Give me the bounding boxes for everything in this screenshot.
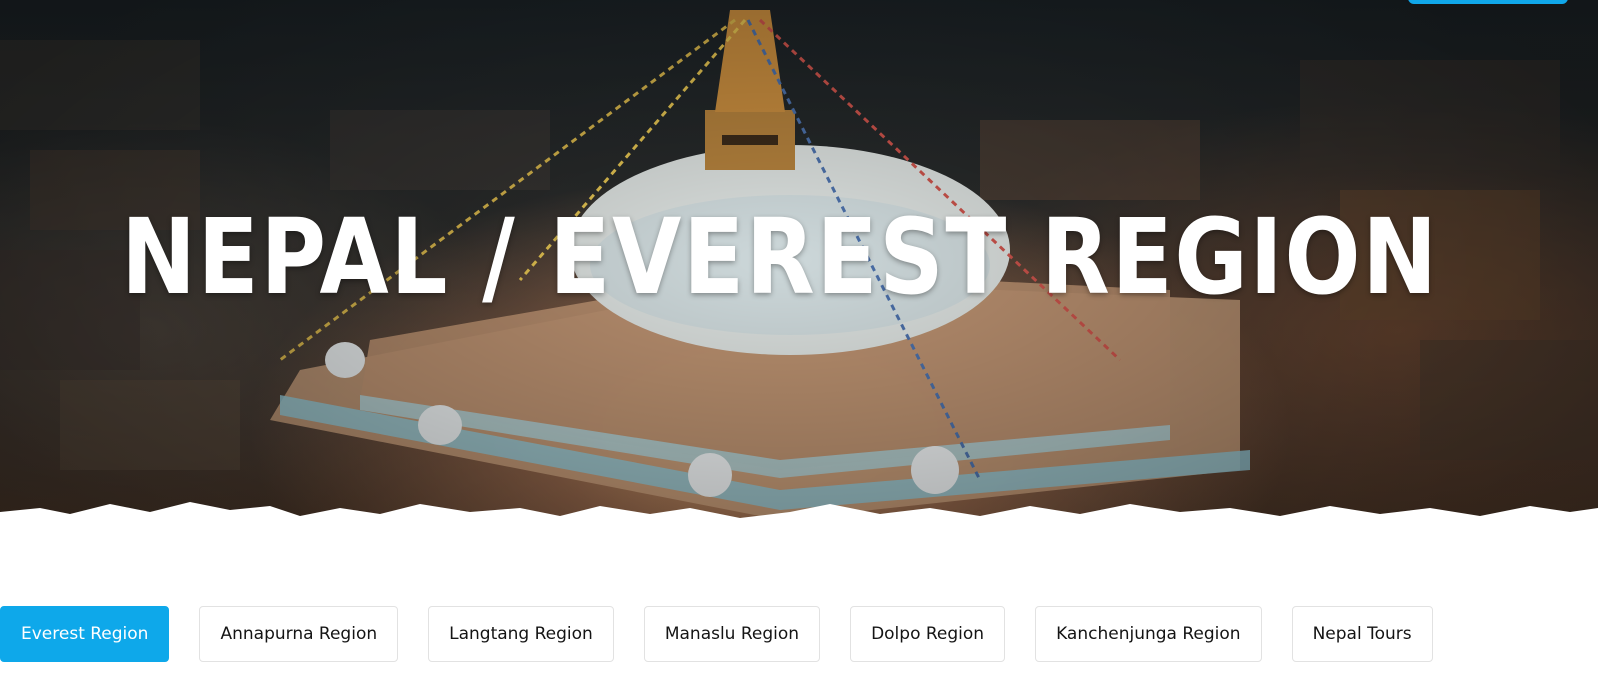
tab-manaslu-region[interactable]: Manaslu Region [643,606,821,662]
tab-kanchenjunga-region[interactable]: Kanchenjunga Region [1035,606,1262,662]
tab-annapurna-region[interactable]: Annapurna Region [199,606,399,662]
tab-langtang-region[interactable]: Langtang Region [428,606,614,662]
brush-stroke-divider [0,502,1598,560]
page-title: NEPAL / EVEREST REGION [121,196,1439,318]
hero-banner: NEPAL / EVEREST REGION [0,0,1598,560]
region-tabs: Everest Region Annapurna Region Langtang… [0,606,1433,662]
tab-dolpo-region[interactable]: Dolpo Region [850,606,1006,662]
tab-nepal-tours[interactable]: Nepal Tours [1291,606,1433,662]
tab-everest-region[interactable]: Everest Region [0,606,170,662]
header-action-button[interactable] [1408,0,1568,4]
